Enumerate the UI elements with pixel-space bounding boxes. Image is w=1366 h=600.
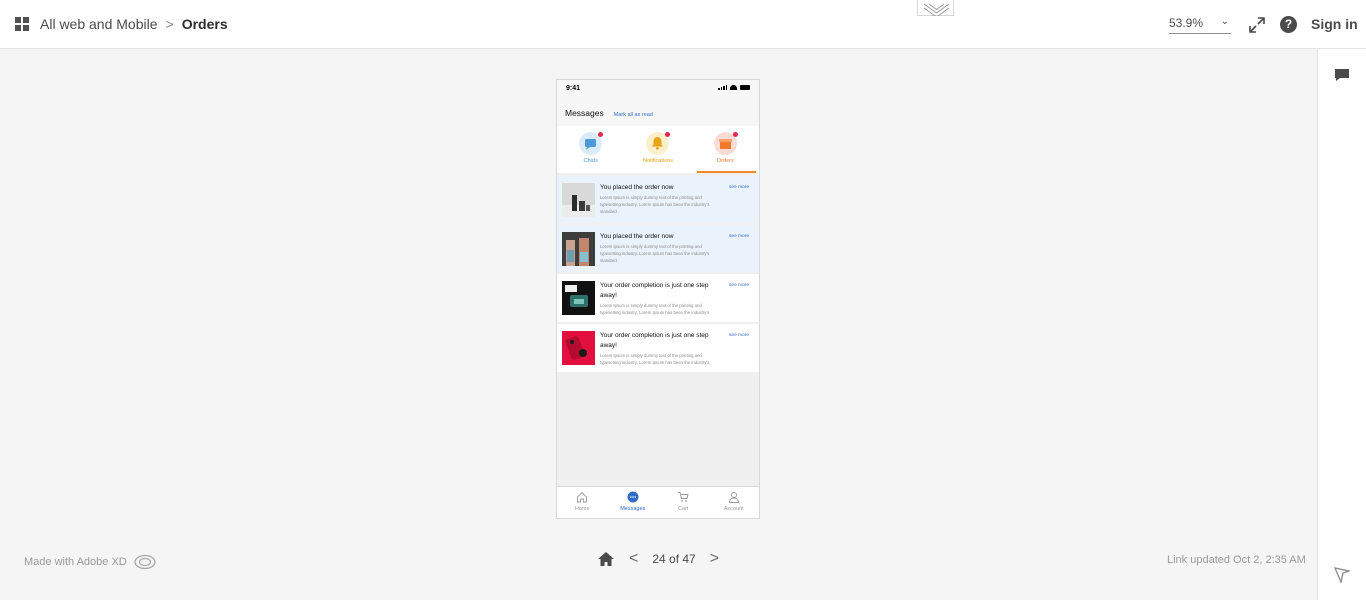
bottom-tab-bar: Home Messages Cart Account: [557, 486, 759, 518]
signal-icon: [718, 85, 727, 90]
list-item[interactable]: Your order completion is just one step a…: [557, 324, 759, 372]
status-time: 9:41: [566, 85, 581, 92]
home-icon[interactable]: [597, 551, 615, 567]
made-with-adobe-xd[interactable]: Made with Adobe XD: [24, 554, 157, 570]
cart-icon: [677, 491, 689, 503]
item-body: Lorem Ipsum is simply dummy text of the …: [600, 244, 710, 263]
user-icon: [728, 491, 740, 503]
link-updated-text: Link updated Oct 2, 2:35 AM: [1167, 554, 1306, 566]
top-toolbar: All web and Mobile > Orders 53.9% ⌄ ? Si…: [0, 0, 1366, 49]
messages-header: Messages Mark all as read: [557, 98, 759, 126]
mark-all-read-link[interactable]: Mark all as read: [614, 112, 653, 118]
order-list: You placed the order now Lorem Ipsum is …: [557, 176, 759, 372]
product-image: [562, 331, 595, 365]
tabbar-account[interactable]: Account: [709, 487, 760, 518]
message-tabs: Chats Notifications Orders: [557, 126, 759, 173]
sign-in-button[interactable]: Sign in: [1311, 16, 1358, 32]
right-rail: [1317, 49, 1366, 600]
chevron-down-icon: ⌄: [1220, 16, 1229, 27]
unread-badge: [732, 132, 738, 137]
tab-orders-label: Orders: [716, 158, 734, 164]
list-item[interactable]: Your order completion is just one step a…: [557, 274, 759, 322]
item-title: Your order completion is just one step a…: [600, 332, 709, 349]
message-icon: [627, 491, 639, 503]
tab-chats[interactable]: Chats: [557, 126, 624, 173]
home-icon: [576, 491, 588, 503]
item-title: Your order completion is just one step a…: [600, 282, 709, 299]
zoom-value: 53.9%: [1169, 16, 1204, 30]
tabbar-home-label: Home: [574, 506, 590, 512]
see-more-link[interactable]: see more: [729, 185, 749, 190]
tab-notifications[interactable]: Notifications: [624, 126, 691, 173]
item-title: You placed the order now: [600, 233, 674, 240]
tabbar-messages-label: Messages: [620, 506, 646, 512]
list-item[interactable]: You placed the order now Lorem Ipsum is …: [557, 225, 759, 272]
product-image: [562, 183, 595, 217]
creative-cloud-icon: [133, 554, 157, 570]
zoom-select[interactable]: 53.9% ⌄: [1169, 16, 1231, 34]
tab-orders[interactable]: Orders: [692, 126, 759, 173]
comment-icon[interactable]: [1334, 68, 1350, 82]
page-indicator: 24 of 47: [652, 552, 696, 566]
chevron-up-icon[interactable]: [917, 0, 954, 18]
item-body: Lorem Ipsum is simply dummy text of the …: [600, 195, 710, 214]
next-page-button[interactable]: >: [710, 550, 719, 568]
status-bar: 9:41: [557, 80, 759, 98]
see-more-link[interactable]: see more: [729, 234, 749, 239]
product-image: [562, 232, 595, 266]
item-title: You placed the order now: [600, 184, 674, 191]
see-more-link[interactable]: see more: [729, 333, 749, 338]
item-body: Lorem Ipsum is simply dummy text of the …: [600, 353, 710, 365]
wifi-icon: [730, 85, 737, 90]
see-more-link[interactable]: see more: [729, 283, 749, 288]
breadcrumb: All web and Mobile > Orders: [40, 16, 228, 32]
tab-chats-label: Chats: [583, 158, 598, 164]
help-icon[interactable]: ?: [1280, 16, 1297, 33]
messages-title: Messages: [565, 108, 604, 118]
tabbar-account-label: Account: [723, 506, 744, 512]
item-body: Lorem Ipsum is simply dummy text of the …: [600, 303, 710, 315]
status-icons: [718, 85, 750, 90]
list-item[interactable]: You placed the order now Lorem Ipsum is …: [557, 176, 759, 223]
flag-icon[interactable]: [1333, 567, 1352, 585]
tabbar-messages[interactable]: Messages: [608, 487, 659, 518]
chat-icon: [579, 132, 604, 155]
tabbar-home[interactable]: Home: [557, 487, 608, 518]
unread-badge: [665, 132, 671, 137]
tabbar-cart-label: Cart: [678, 506, 689, 512]
expand-icon[interactable]: [1248, 16, 1266, 34]
breadcrumb-project[interactable]: All web and Mobile: [40, 16, 158, 32]
tab-notifications-label: Notifications: [643, 158, 673, 164]
breadcrumb-separator: >: [165, 16, 174, 32]
page-navigation: < 24 of 47 >: [597, 550, 719, 568]
tabbar-cart[interactable]: Cart: [658, 487, 709, 518]
made-with-label: Made with Adobe XD: [24, 556, 127, 568]
grid-icon[interactable]: [15, 17, 29, 31]
box-icon: [713, 132, 738, 155]
phone-artboard: 9:41 Messages Mark all as read Chats Not…: [556, 79, 760, 519]
bell-icon: [646, 132, 671, 155]
breadcrumb-current: Orders: [181, 16, 228, 32]
previous-page-button[interactable]: <: [629, 550, 638, 568]
battery-icon: [740, 85, 750, 90]
unread-badge: [598, 132, 604, 137]
product-image: [562, 281, 595, 315]
